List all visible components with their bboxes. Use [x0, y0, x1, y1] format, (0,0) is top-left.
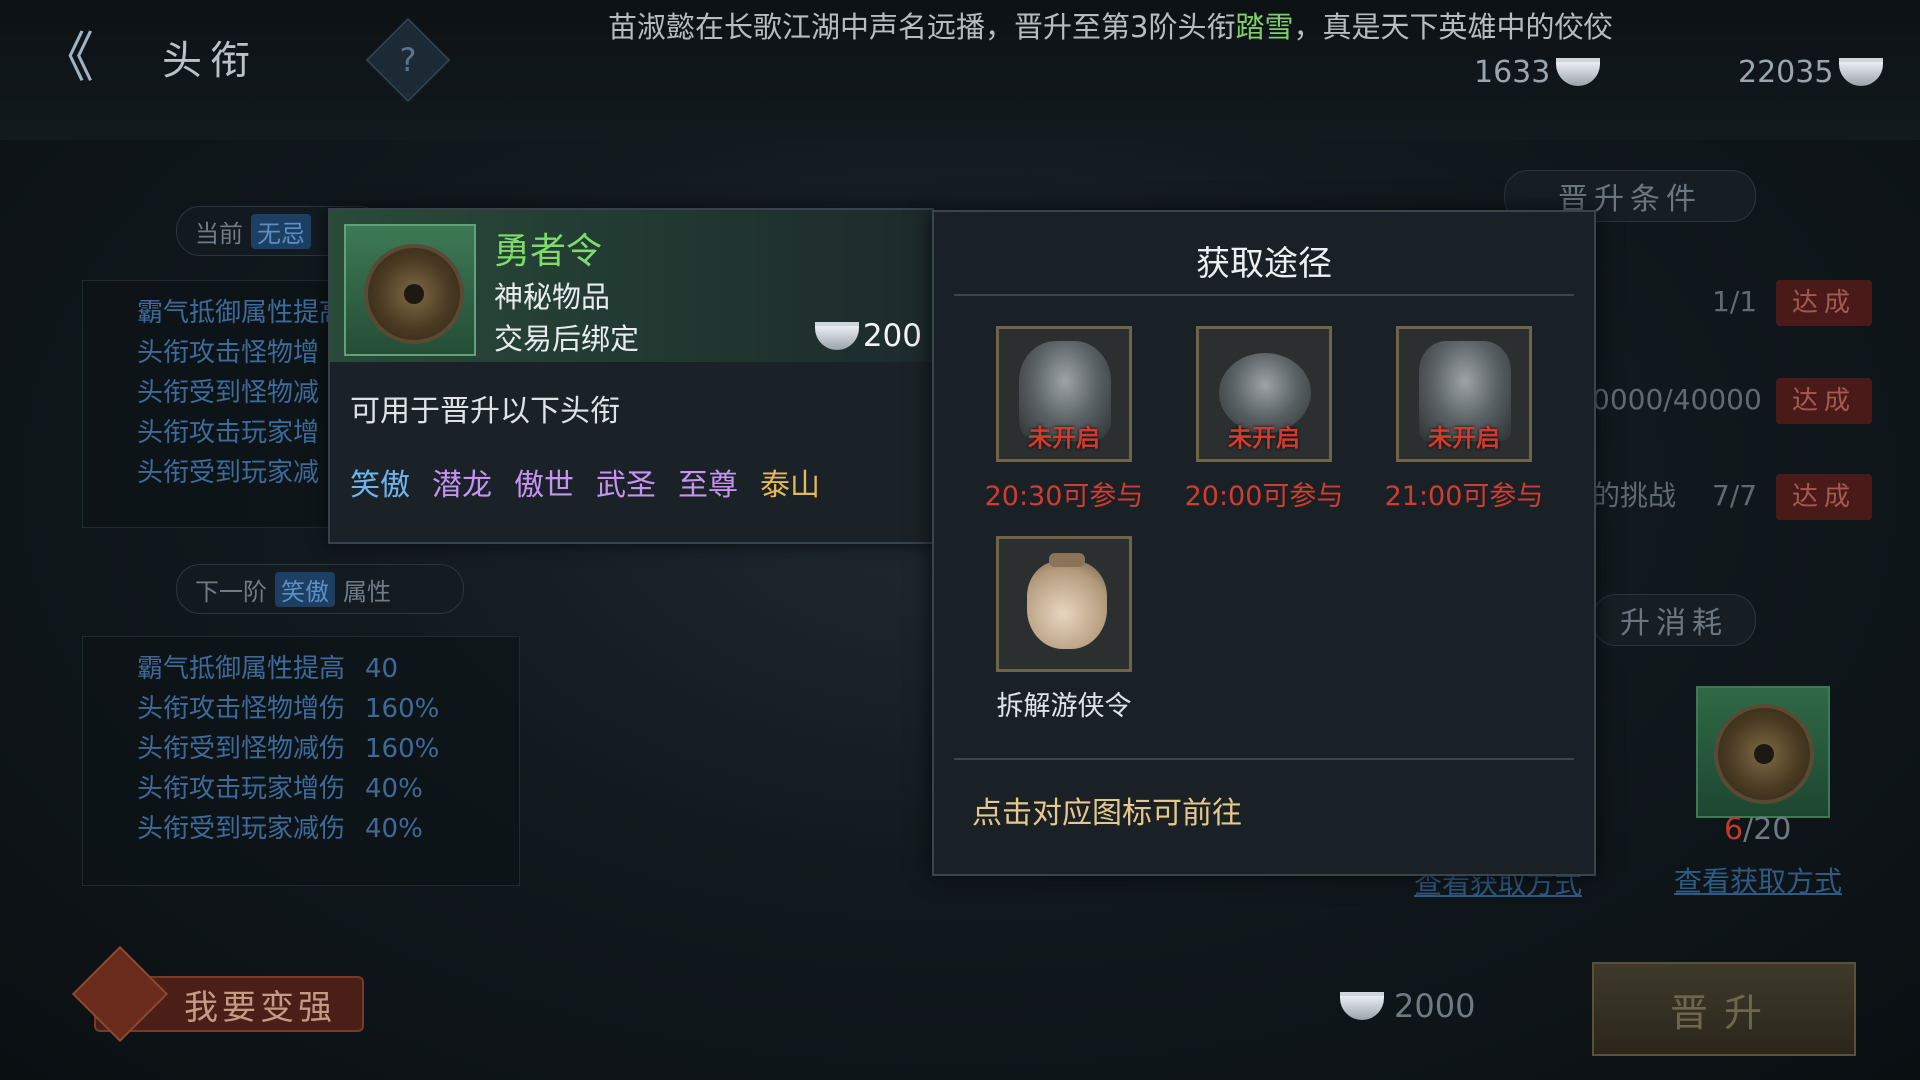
item-have: 6 [1724, 812, 1744, 847]
money-bag-tie [1049, 553, 1085, 567]
silver-cost-icon [1340, 992, 1384, 1020]
next-label: 下一阶 [195, 577, 267, 606]
consume-header: 升消耗 [1592, 594, 1756, 646]
locked-label: 未开启 [1228, 424, 1300, 452]
source-item-3[interactable]: 未开启 21:00可参与 [1384, 326, 1544, 513]
requirement-3: 7/7 [1712, 479, 1758, 512]
next-title-tab: 下一阶 笑傲 属性 [176, 564, 464, 614]
cost-amount: 2000 [1394, 987, 1476, 1025]
requirement-3-status: 达成 [1776, 474, 1872, 520]
title-qianlong: 潜龙 [432, 468, 492, 503]
next-stat: 头衔受到怪物减伤 160% [137, 734, 440, 764]
current-stats-panel: 霸气抵御属性提高 头衔攻击怪物增 头衔受到怪物减 头衔攻击玩家增 头衔受到玩家减 [82, 280, 346, 528]
view-source-link-2[interactable]: 查看获取方式 [1674, 860, 1842, 900]
item-description: 可用于晋升以下头衔 [350, 394, 620, 429]
source-item-dismantle[interactable]: 拆解游侠令 [984, 536, 1144, 723]
source-time: 20:30可参与 [984, 481, 1144, 512]
silver-bag-icon [1839, 58, 1884, 86]
silver-ingot-icon [814, 322, 859, 350]
requirement-1-status: 达成 [1776, 280, 1872, 326]
acquisition-title: 获取途径 [1196, 244, 1332, 284]
upgrade-cost: 2000 [1340, 980, 1500, 1032]
silver-counter: 1633 [1474, 50, 1601, 94]
current-title-badge: 无忌 [251, 213, 311, 249]
title-taishan: 泰山 [760, 468, 820, 503]
silver-ingot-icon [1556, 58, 1601, 86]
requirement-2-status: 达成 [1776, 378, 1872, 424]
current-stat: 头衔攻击玩家增 [137, 418, 320, 448]
next-suffix: 属性 [343, 577, 391, 606]
current-stat: 头衔攻击怪物增 [137, 338, 320, 368]
price-value: 200 [862, 318, 922, 354]
title-aoshi: 傲世 [514, 468, 574, 503]
marquee-text-post: ，真是天下英雄中的佼佼 [1293, 10, 1613, 44]
marquee-text-pre: 苗淑懿在长歌江湖中声名远播，晋升至第3阶头衔 [608, 10, 1236, 44]
next-title-badge: 笑傲 [275, 571, 335, 607]
swordsman-icon[interactable]: 未开启 [996, 326, 1132, 462]
acquisition-panel: 获取途径 未开启 20:30可参与 未开启 20:00可参与 未开启 21:00… [932, 210, 1596, 876]
marquee-highlight: 踏雪 [1235, 10, 1294, 44]
upgrade-button[interactable]: 晋升 [1592, 962, 1856, 1056]
item-price: 200 [814, 318, 922, 354]
title-zhizun: 至尊 [678, 468, 738, 503]
current-stat: 头衔受到玩家减 [137, 458, 320, 488]
requirement-3-label: 的挑战 [1592, 479, 1677, 512]
eligible-titles: 笑傲 潜龙 傲世 武圣 至尊 泰山 [350, 460, 820, 504]
silver-amount: 1633 [1474, 54, 1551, 90]
silver-bag-counter: 22035 [1738, 50, 1884, 94]
requirement-2: 0000/40000 [1592, 383, 1762, 416]
current-stat: 头衔受到怪物减 [137, 378, 320, 408]
next-stat: 头衔攻击玩家增伤 40% [137, 774, 423, 804]
current-stat: 霸气抵御属性提高 [137, 298, 346, 328]
acquisition-hint: 点击对应图标可前往 [972, 796, 1242, 831]
consume-item-slot[interactable] [1696, 686, 1830, 818]
divider [954, 758, 1574, 760]
next-stat: 头衔攻击怪物增伤 160% [137, 694, 440, 724]
next-stat: 头衔受到玩家减伤 40% [137, 814, 423, 844]
money-bag-icon[interactable] [996, 536, 1132, 672]
drum-icon[interactable]: 未开启 [1196, 326, 1332, 462]
announcement-marquee: 苗淑懿在长歌江湖中声名远播，晋升至第3阶头衔踏雪，真是天下英雄中的佼佼 [608, 4, 1684, 44]
hero-token-icon [1714, 704, 1814, 804]
title-wusheng: 武圣 [596, 468, 656, 503]
back-arrow-icon[interactable]: 《 [40, 28, 120, 88]
title-xiaoao: 笑傲 [350, 468, 410, 503]
consume-item-count: 6/20 [1724, 812, 1791, 847]
tooltip-item-slot [344, 224, 476, 356]
item-type: 神秘物品 [494, 280, 611, 314]
page-title: 头衔 [162, 38, 258, 84]
source-item-2[interactable]: 未开启 20:00可参与 [1184, 326, 1344, 513]
item-tooltip: 勇者令 神秘物品 交易后绑定 200 可用于晋升以下头衔 笑傲 潜龙 傲世 武圣… [328, 208, 934, 544]
item-need: /20 [1743, 812, 1792, 847]
locked-label: 未开启 [1028, 424, 1100, 452]
source-time: 20:00可参与 [1184, 481, 1344, 512]
next-stat: 霸气抵御属性提高 40 [137, 654, 399, 684]
source-time: 21:00可参与 [1384, 481, 1544, 512]
locked-label: 未开启 [1428, 424, 1500, 452]
source-item-1[interactable]: 未开启 20:30可参与 [984, 326, 1144, 513]
hero-token-icon [364, 244, 464, 344]
money-bag-figure [1027, 561, 1107, 649]
dismantle-label: 拆解游侠令 [996, 691, 1132, 722]
silver-bag-amount: 22035 [1738, 54, 1834, 90]
current-label: 当前 [195, 219, 243, 248]
requirement-1: 1/1 [1712, 285, 1758, 318]
item-bind: 交易后绑定 [494, 322, 640, 356]
item-name: 勇者令 [494, 231, 603, 272]
question-icon: ? [399, 41, 417, 79]
dragon-chest-icon[interactable]: 未开启 [1396, 326, 1532, 462]
next-stats-panel: 霸气抵御属性提高 40 头衔攻击怪物增伤 160% 头衔受到怪物减伤 160% 头衔攻… [82, 636, 520, 886]
divider [954, 294, 1574, 296]
